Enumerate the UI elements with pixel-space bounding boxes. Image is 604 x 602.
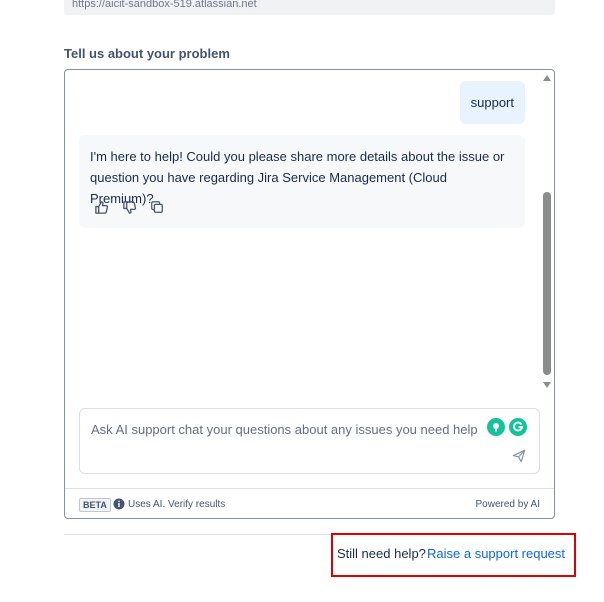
still-need-help-text: Still need help? [337, 546, 426, 561]
extension-icons [487, 418, 527, 436]
copy-icon[interactable] [149, 199, 165, 215]
powered-by-ai: Powered by AI [475, 499, 540, 510]
ai-disclaimer: Uses AI. Verify results [128, 499, 226, 510]
site-url-field[interactable]: https://aicit-sandbox-519.atlassian.net [64, 0, 555, 15]
scroll-down-arrow-icon[interactable] [542, 381, 552, 389]
scroll-up-arrow-icon[interactable] [542, 74, 552, 82]
ai-chat-panel: support I'm here to help! Could you plea… [64, 69, 555, 519]
problem-label: Tell us about your problem [64, 46, 230, 61]
feedback-row [93, 199, 165, 215]
send-icon[interactable] [512, 449, 528, 465]
user-message-text: support [470, 95, 514, 110]
thumbs-down-icon[interactable] [121, 199, 137, 215]
site-url-text: https://aicit-sandbox-519.atlassian.net [72, 0, 257, 10]
user-message: support [459, 81, 525, 124]
assistant-message: I'm here to help! Could you please share… [79, 135, 525, 228]
info-icon[interactable] [113, 498, 125, 510]
raise-support-request-link[interactable]: Raise a support request [427, 546, 565, 561]
beta-badge: BETA [79, 498, 111, 512]
chat-input[interactable] [91, 422, 481, 437]
support-request-highlight: Still need help? Raise a support request [331, 533, 576, 577]
grammarly-icon[interactable] [509, 418, 527, 436]
grammarly-assist-icon[interactable] [487, 418, 505, 436]
thumbs-up-icon[interactable] [93, 199, 109, 215]
scroll-thumb[interactable] [543, 192, 551, 375]
chat-input-box[interactable] [79, 408, 540, 474]
chat-footer: BETA Uses AI. Verify results Powered by … [65, 488, 554, 520]
chat-scrollbar[interactable] [541, 71, 553, 389]
